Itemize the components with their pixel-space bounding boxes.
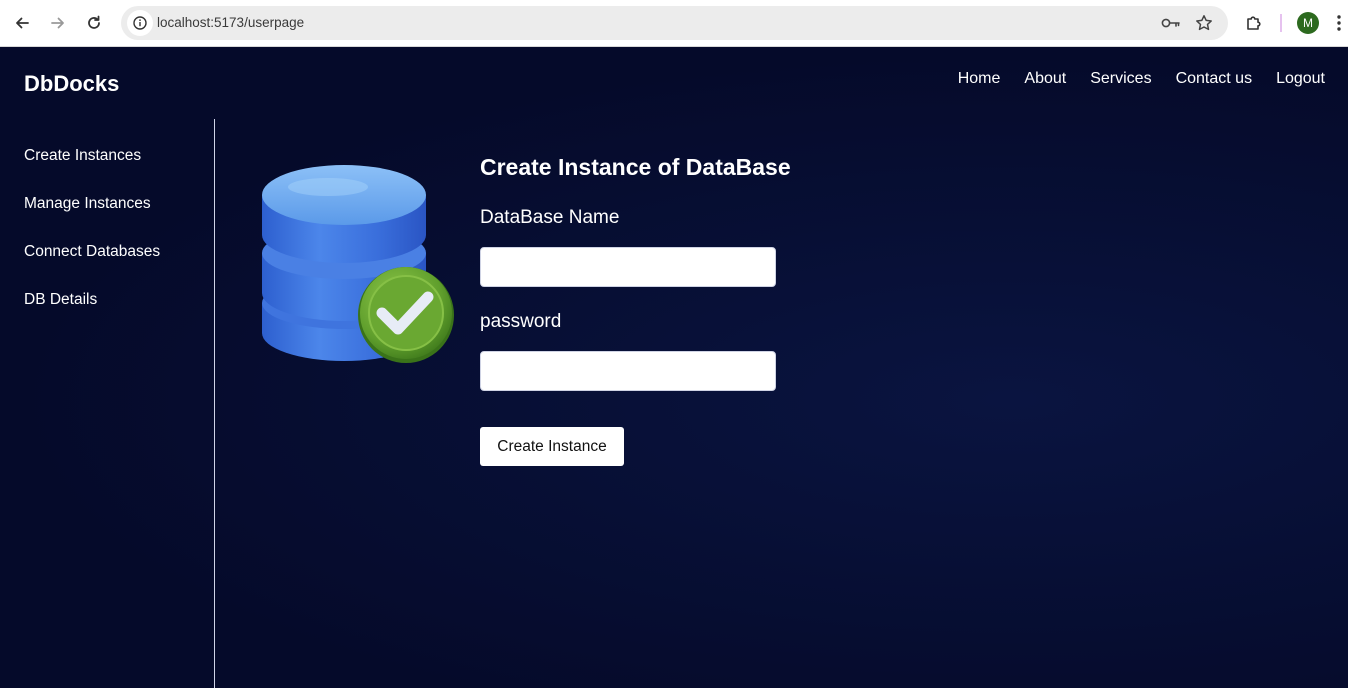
browser-menu-button[interactable] xyxy=(1330,10,1348,36)
sidebar-item-connect-databases[interactable]: Connect Databases xyxy=(24,243,160,261)
reload-icon xyxy=(88,15,100,29)
browser-toolbar: localhost:5173/userpage M xyxy=(0,0,1348,47)
arrow-left-icon xyxy=(16,17,29,29)
forward-button[interactable] xyxy=(45,10,71,36)
extensions-button[interactable] xyxy=(1241,10,1267,36)
site-info-button[interactable] xyxy=(127,10,153,36)
sidebar-item-db-details[interactable]: DB Details xyxy=(24,291,97,309)
database-check-icon xyxy=(262,165,454,363)
app-page: DbDocks Home About Services Contact us L… xyxy=(0,47,1348,688)
profile-avatar[interactable]: M xyxy=(1297,12,1319,34)
password-label: password xyxy=(480,311,562,332)
star-icon xyxy=(1196,15,1212,31)
nav-about[interactable]: About xyxy=(1024,70,1066,88)
toolbar-divider xyxy=(1280,14,1282,32)
top-navigation: Home About Services Contact us Logout xyxy=(958,70,1325,88)
kebab-menu-icon xyxy=(1337,15,1341,31)
info-icon xyxy=(133,16,147,30)
sidebar-item-manage-instances[interactable]: Manage Instances xyxy=(24,195,151,213)
url-text[interactable]: localhost:5173/userpage xyxy=(157,15,304,30)
form-title: Create Instance of DataBase xyxy=(480,154,791,180)
address-bar[interactable]: localhost:5173/userpage xyxy=(121,6,1228,40)
nav-logout[interactable]: Logout xyxy=(1276,70,1325,88)
back-button[interactable] xyxy=(9,10,35,36)
key-icon xyxy=(1161,18,1180,28)
reload-button[interactable] xyxy=(81,10,107,36)
db-name-input[interactable] xyxy=(480,247,776,287)
nav-home[interactable]: Home xyxy=(958,70,1001,88)
password-manager-button[interactable] xyxy=(1161,13,1181,33)
arrow-right-icon xyxy=(51,17,64,29)
password-input[interactable] xyxy=(480,351,776,391)
create-instance-button[interactable]: Create Instance xyxy=(480,427,624,466)
sidebar: Create Instances Manage Instances Connec… xyxy=(0,119,215,688)
db-name-label: DataBase Name xyxy=(480,207,620,228)
nav-services[interactable]: Services xyxy=(1090,70,1151,88)
nav-contact[interactable]: Contact us xyxy=(1176,70,1252,88)
puzzle-icon xyxy=(1247,16,1261,30)
brand-logo[interactable]: DbDocks xyxy=(24,71,119,97)
sidebar-item-create-instances[interactable]: Create Instances xyxy=(24,147,141,165)
bookmark-button[interactable] xyxy=(1194,13,1214,33)
profile-initial: M xyxy=(1303,16,1313,30)
